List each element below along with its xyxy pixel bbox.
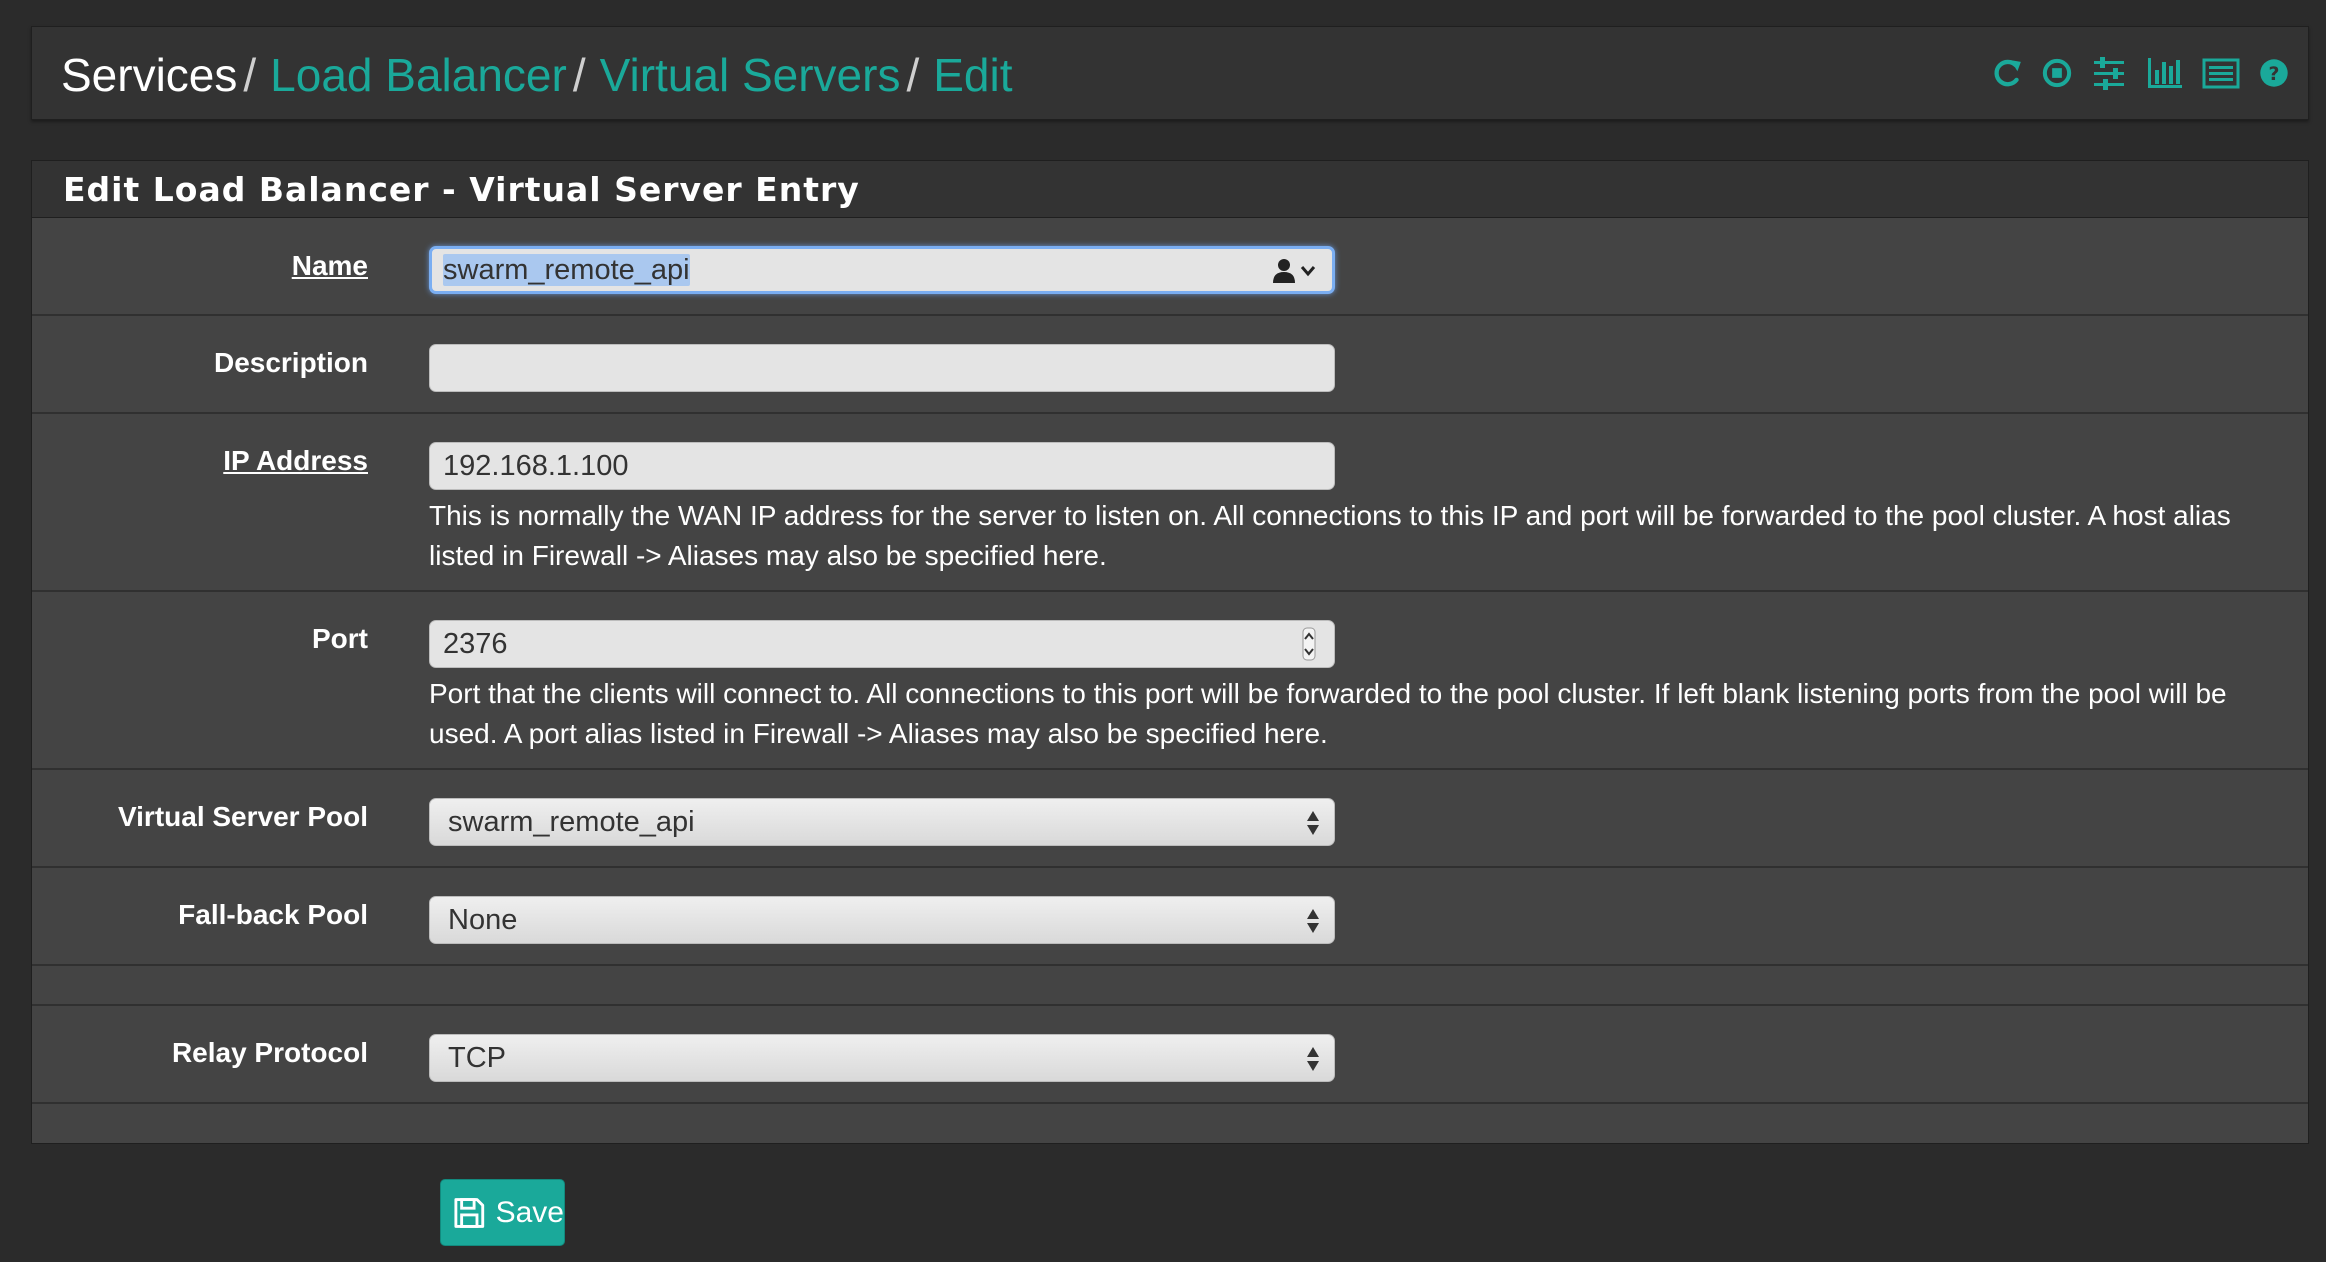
form-row-spacer bbox=[32, 966, 2308, 1006]
breadcrumb-separator: / bbox=[572, 49, 586, 101]
stop-icon[interactable] bbox=[2040, 52, 2074, 94]
ip-address-input[interactable]: 192.168.1.100 bbox=[429, 442, 1335, 490]
port-spinner-icon[interactable] bbox=[1302, 627, 1316, 661]
name-input[interactable]: swarm_remote_api bbox=[429, 246, 1335, 294]
fallback-pool-select[interactable]: None bbox=[429, 896, 1335, 944]
ip-address-help: This is normally the WAN IP address for … bbox=[429, 500, 2231, 571]
select-updown-icon bbox=[1307, 811, 1319, 835]
sliders-icon[interactable] bbox=[2088, 52, 2130, 94]
breadcrumb-load-balancer-link[interactable]: Load Balancer bbox=[270, 49, 567, 101]
breadcrumb-separator: / bbox=[243, 49, 257, 101]
form-row-fallback-pool: Fall-back Pool None bbox=[32, 868, 2308, 966]
bar-chart-icon[interactable] bbox=[2144, 52, 2186, 94]
breadcrumb-services: Services bbox=[61, 49, 238, 101]
virtual-server-pool-value: swarm_remote_api bbox=[448, 806, 695, 838]
log-list-icon[interactable] bbox=[2200, 52, 2242, 94]
form-row-relay-protocol: Relay Protocol TCP bbox=[32, 1006, 2308, 1104]
select-updown-icon bbox=[1307, 1047, 1319, 1071]
floppy-disk-icon bbox=[454, 1197, 485, 1228]
help-icon[interactable]: ? bbox=[2256, 52, 2292, 94]
fallback-pool-label: Fall-back Pool bbox=[178, 899, 368, 930]
virtual-server-pool-label: Virtual Server Pool bbox=[117, 801, 368, 832]
select-updown-icon bbox=[1307, 909, 1319, 933]
form-row-ip-address: IP Address 192.168.1.100 This is normall… bbox=[32, 414, 2308, 592]
breadcrumb: Services / Load Balancer / Virtual Servers / E… bbox=[61, 47, 1013, 103]
breadcrumb-edit-link[interactable]: Edit bbox=[933, 49, 1012, 101]
fallback-pool-value: None bbox=[448, 904, 518, 936]
form-row-virtual-server-pool: Virtual Server Pool swarm_remote_api bbox=[32, 770, 2308, 868]
virtual-server-pool-select[interactable]: swarm_remote_api bbox=[429, 798, 1335, 846]
form-row-port: Port 2376 Port that the clients will con… bbox=[32, 592, 2308, 770]
edit-virtual-server-panel: Edit Load Balancer - Virtual Server Entr… bbox=[31, 160, 2309, 1144]
port-input[interactable]: 2376 bbox=[429, 620, 1335, 668]
form-row-name: Name swarm_remote_api bbox=[32, 218, 2308, 316]
autofill-contact-icon[interactable] bbox=[1272, 258, 1318, 284]
breadcrumb-separator: / bbox=[906, 49, 920, 101]
reload-icon[interactable] bbox=[1990, 52, 2026, 94]
header-toolbar: ? bbox=[1990, 52, 2292, 94]
description-label: Description bbox=[213, 347, 368, 378]
name-label[interactable]: Name bbox=[292, 250, 368, 282]
port-help: Port that the clients will connect to. A… bbox=[429, 678, 2227, 749]
save-button[interactable]: Save bbox=[440, 1179, 565, 1246]
ip-address-input-value: 192.168.1.100 bbox=[443, 450, 629, 482]
panel-title: Edit Load Balancer - Virtual Server Entr… bbox=[32, 161, 2308, 218]
description-input[interactable] bbox=[429, 344, 1335, 392]
name-input-value: swarm_remote_api bbox=[443, 254, 690, 286]
svg-text:?: ? bbox=[2269, 64, 2280, 85]
port-input-value: 2376 bbox=[443, 628, 508, 660]
header-bar: Services / Load Balancer / Virtual Servers / E… bbox=[31, 26, 2309, 120]
save-button-label: Save bbox=[495, 1195, 564, 1229]
form-row-description: Description bbox=[32, 316, 2308, 414]
relay-protocol-label: Relay Protocol bbox=[171, 1037, 368, 1068]
relay-protocol-value: TCP bbox=[448, 1042, 506, 1074]
ip-address-label[interactable]: IP Address bbox=[223, 445, 368, 477]
breadcrumb-virtual-servers-link[interactable]: Virtual Servers bbox=[600, 49, 901, 101]
relay-protocol-select[interactable]: TCP bbox=[429, 1034, 1335, 1082]
port-label: Port bbox=[312, 623, 368, 654]
